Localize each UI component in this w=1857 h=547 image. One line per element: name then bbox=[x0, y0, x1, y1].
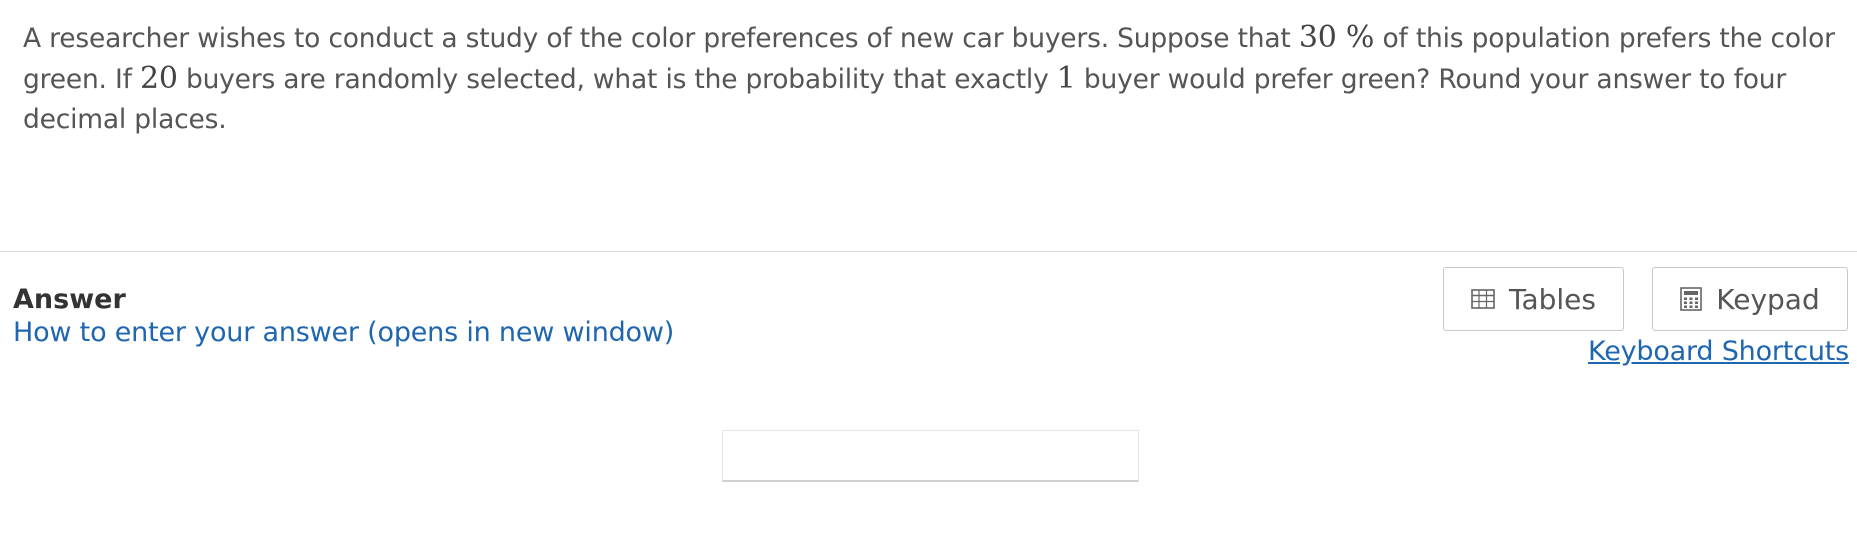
question-text: A researcher wishes to conduct a study o… bbox=[23, 18, 1838, 140]
question-part-1: A researcher wishes to conduct a study o… bbox=[23, 23, 1299, 54]
percent-value: 30 % bbox=[1298, 20, 1375, 55]
question-part-3: buyers are randomly selected, what is th… bbox=[177, 64, 1057, 95]
keyboard-shortcuts-link[interactable]: Keyboard Shortcuts bbox=[1588, 336, 1849, 367]
keypad-button-label: Keypad bbox=[1716, 282, 1820, 316]
answer-input[interactable] bbox=[722, 430, 1139, 482]
table-grid-icon bbox=[1471, 289, 1495, 309]
tables-button-label: Tables bbox=[1509, 282, 1596, 316]
answer-heading: Answer bbox=[13, 284, 126, 315]
exact-count-value: 1 bbox=[1056, 61, 1076, 96]
how-to-enter-answer-link[interactable]: How to enter your answer (opens in new w… bbox=[13, 317, 674, 348]
tables-button[interactable]: Tables bbox=[1443, 267, 1624, 331]
section-divider bbox=[0, 251, 1857, 252]
keypad-button[interactable]: Keypad bbox=[1652, 267, 1848, 331]
calculator-icon bbox=[1680, 287, 1703, 311]
sample-size-value: 20 bbox=[139, 61, 178, 96]
